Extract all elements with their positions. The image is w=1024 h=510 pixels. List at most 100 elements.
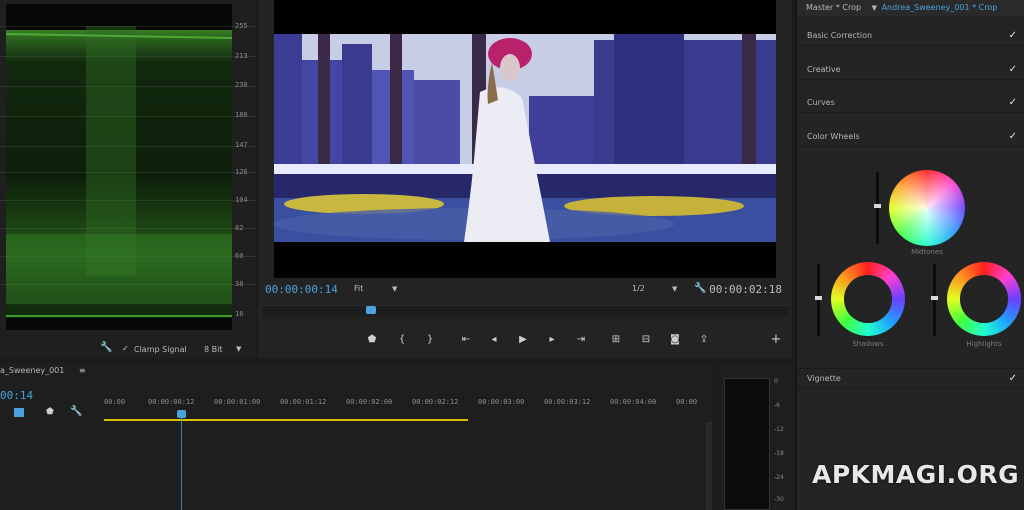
wheel-label: Shadows <box>852 340 884 348</box>
slider-knob[interactable] <box>874 204 881 208</box>
chevron-down-icon[interactable]: ▼ <box>872 4 877 12</box>
enable-checkbox[interactable]: ✓ <box>1009 93 1017 113</box>
watermark: APKMAGI.ORG <box>812 460 1020 489</box>
clamp-signal-label: Clamp Signal <box>134 345 187 354</box>
lumetri-color-panel: Master * Crop ▼ Andrea_Sweeney_001 * Cro… <box>796 0 1024 510</box>
section-basic-correction[interactable]: Basic Correction ✓ <box>797 26 1024 46</box>
wheel-label: Midtones <box>911 248 943 256</box>
lift-icon[interactable]: ⊞ <box>609 333 623 347</box>
duration-timecode: 00:00:02:18 <box>709 283 782 296</box>
slider-knob[interactable] <box>815 296 822 300</box>
play-icon[interactable]: ▶ <box>516 333 530 347</box>
section-label: Color Wheels <box>807 132 860 141</box>
section-curves[interactable]: Curves ✓ <box>797 93 1024 113</box>
midtones-wheel[interactable] <box>889 170 965 246</box>
grid-line <box>0 56 256 57</box>
step-forward-icon[interactable]: ▸ <box>545 333 559 347</box>
scope-tick: 147 <box>235 141 248 149</box>
meter-tick: -30 <box>774 496 784 503</box>
grid-line <box>0 256 256 257</box>
grid-line <box>0 200 256 201</box>
sequence-tab[interactable]: a_Sweeney_001 ≡ <box>0 366 86 375</box>
mark-out-icon[interactable]: } <box>423 333 437 347</box>
add-marker-icon[interactable]: ⬟ <box>365 333 379 347</box>
monitor-time-ruler[interactable] <box>262 305 788 317</box>
timeline-playhead[interactable] <box>177 410 186 418</box>
enable-checkbox[interactable]: ✓ <box>1009 127 1017 147</box>
highlights-wheel[interactable] <box>947 262 1021 336</box>
lumetri-header: Master * Crop ▼ Andrea_Sweeney_001 * Cro… <box>797 0 1024 16</box>
wrench-icon[interactable]: 🔧 <box>694 283 706 294</box>
enable-checkbox[interactable]: ✓ <box>1009 26 1017 46</box>
midtones-slider[interactable] <box>874 172 881 244</box>
wrench-icon[interactable]: 🔧 <box>70 406 82 417</box>
go-to-in-icon[interactable]: ⇤ <box>459 333 473 347</box>
scope-tick: 16 <box>235 310 244 318</box>
chevron-down-icon[interactable]: ▼ <box>236 345 241 353</box>
mark-in-icon[interactable]: { <box>395 333 409 347</box>
time-ruler[interactable]: 00:00 00:00:00:12 00:00:01:00 00:00:01:1… <box>104 392 706 422</box>
step-back-icon[interactable]: ◂ <box>487 333 501 347</box>
section-label: Creative <box>807 65 841 74</box>
scope-tick: 60 <box>235 252 244 260</box>
waveform-graph <box>6 26 232 318</box>
timeline-timecode[interactable]: 00:14 <box>0 389 33 402</box>
resolution-dropdown[interactable]: 1/2 <box>632 284 645 293</box>
meter-tick: -12 <box>774 426 784 433</box>
marker-icon[interactable]: ⬟ <box>46 407 54 417</box>
ruler-label: 00:00 <box>676 398 698 406</box>
work-area-bar[interactable] <box>104 419 468 421</box>
plus-icon[interactable]: + <box>769 333 783 347</box>
vertical-scrollbar[interactable] <box>706 422 712 510</box>
enable-checkbox[interactable]: ✓ <box>1009 369 1017 389</box>
ruler-label: 00:00:01:12 <box>280 398 327 406</box>
program-monitor-panel: 00:00:00:14 Fit ▼ 1/2 ▼ 🔧 00:00:02:18 ⬟ … <box>258 0 792 358</box>
video-frame <box>274 0 776 278</box>
ruler-label: 00:00:01:00 <box>214 398 261 406</box>
meter-tick: -24 <box>774 474 784 481</box>
section-color-wheels[interactable]: Color Wheels ✓ <box>797 127 1024 147</box>
grid-line <box>0 228 256 229</box>
active-clip-tab[interactable]: Andrea_Sweeney_001 * Crop <box>882 3 998 12</box>
scope-tick: 38 <box>235 280 244 288</box>
ruler-label: 00:00:04:00 <box>610 398 657 406</box>
grid-line <box>0 116 256 117</box>
meter-tick: 0 <box>774 378 778 385</box>
timeline-panel: a_Sweeney_001 ≡ 00:14 ⬟ 🔧 00:00 00:00:00… <box>0 362 716 510</box>
camera-icon[interactable]: ◙ <box>668 333 682 347</box>
export-icon[interactable]: ⇪ <box>697 333 711 347</box>
ruler-label: 00:00:00:12 <box>148 398 195 406</box>
zoom-dropdown[interactable]: Fit <box>354 284 363 293</box>
master-clip-tab[interactable]: Master * Crop <box>806 3 861 12</box>
meter-tick: -18 <box>774 450 784 457</box>
waveform-display <box>6 4 232 330</box>
shadows-wheel[interactable] <box>831 262 905 336</box>
wrench-icon[interactable]: 🔧 <box>100 342 112 353</box>
snap-icon[interactable] <box>14 408 24 417</box>
luma-waveform-panel: 255 213 230 188 147 126 104 82 60 38 16 … <box>0 0 256 358</box>
enable-checkbox[interactable]: ✓ <box>1009 60 1017 80</box>
section-label: Vignette <box>807 374 841 383</box>
chevron-down-icon[interactable]: ▼ <box>672 285 677 293</box>
grid-line <box>0 26 256 27</box>
bit-depth-dropdown[interactable]: 8 Bit <box>204 345 222 354</box>
ruler-label: 00:00:02:00 <box>346 398 393 406</box>
extract-icon[interactable]: ⊟ <box>639 333 653 347</box>
grid-line <box>0 172 256 173</box>
go-to-out-icon[interactable]: ⇥ <box>574 333 588 347</box>
highlights-slider[interactable] <box>931 264 938 336</box>
section-creative[interactable]: Creative ✓ <box>797 60 1024 80</box>
scope-tick: 82 <box>235 224 244 232</box>
chevron-down-icon[interactable]: ▼ <box>392 285 397 293</box>
shadows-slider[interactable] <box>815 264 822 336</box>
playhead-marker[interactable] <box>366 306 376 314</box>
sequence-name: a_Sweeney_001 <box>0 366 65 375</box>
slider-knob[interactable] <box>931 296 938 300</box>
menu-icon[interactable]: ≡ <box>79 366 86 375</box>
scope-tick: 188 <box>235 111 248 119</box>
current-timecode[interactable]: 00:00:00:14 <box>265 283 338 296</box>
grid-line <box>0 86 256 87</box>
clamp-signal-checkbox[interactable]: ✓ <box>122 344 129 353</box>
section-vignette[interactable]: Vignette ✓ <box>797 368 1024 388</box>
video-preview[interactable] <box>274 0 776 278</box>
